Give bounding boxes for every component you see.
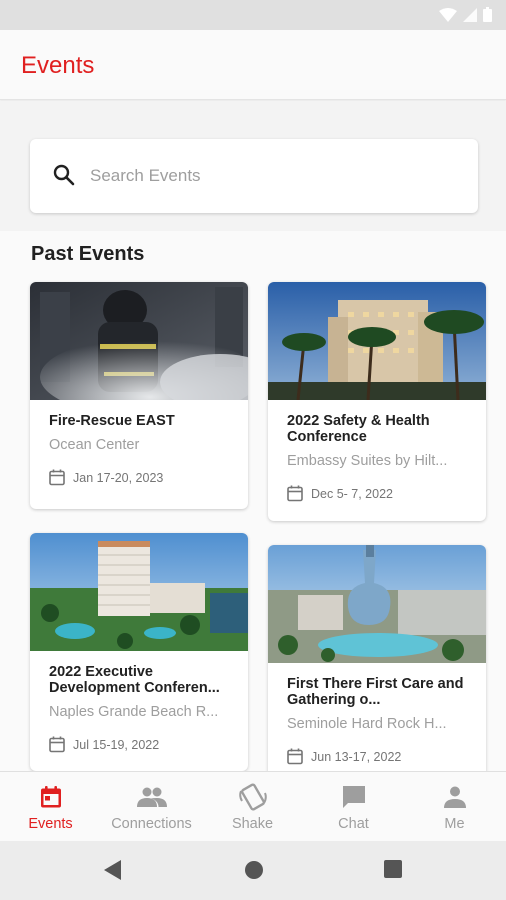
- shake-phone-icon: [238, 783, 267, 811]
- search-icon[interactable]: [52, 163, 76, 187]
- bottom-nav: Events Connections Shake Chat Me: [0, 771, 506, 841]
- nav-label: Connections: [111, 816, 192, 832]
- recents-icon[interactable]: [384, 860, 402, 878]
- event-title: 2022 Executive Development Conferen...: [49, 664, 220, 696]
- event-date: Dec 5- 7, 2022: [311, 486, 393, 501]
- firefighter-photo: [30, 282, 248, 400]
- search-input[interactable]: [90, 156, 460, 196]
- event-date: Jul 15-19, 2022: [73, 737, 160, 752]
- people-icon: [136, 787, 167, 807]
- system-nav-bar: [0, 841, 506, 900]
- guitar-hotel-photo: [268, 545, 486, 663]
- calendar-icon: [287, 485, 303, 502]
- event-title: Fire-Rescue EAST: [49, 413, 175, 429]
- calendar-icon: [287, 748, 303, 765]
- section-title: Past Events: [31, 243, 145, 265]
- page-title: Events: [21, 52, 95, 79]
- event-title: First There First Care and Gathering o..…: [287, 676, 464, 708]
- event-date: Jan 17-20, 2023: [73, 470, 164, 485]
- nav-item-connections[interactable]: Connections: [101, 772, 202, 842]
- event-card[interactable]: Fire-Rescue EAST Ocean Center Jan 17-20,…: [30, 282, 248, 509]
- nav-item-chat[interactable]: Chat: [303, 772, 404, 842]
- wifi-icon: [439, 7, 457, 22]
- nav-item-shake[interactable]: Shake: [202, 772, 303, 842]
- event-venue: Seminole Hard Rock H...: [287, 716, 447, 732]
- event-venue: Naples Grande Beach R...: [49, 704, 219, 720]
- nav-label: Shake: [231, 816, 274, 832]
- beach-resort-photo: [30, 533, 248, 651]
- nav-item-me[interactable]: Me: [404, 772, 505, 842]
- events-content: Past Events Fire-Rescue EAST Ocean Cente…: [0, 231, 506, 771]
- nav-label: Chat: [338, 816, 369, 832]
- nav-item-events[interactable]: Events: [0, 772, 101, 842]
- event-card[interactable]: First There First Care and Gathering o..…: [268, 545, 486, 771]
- battery-icon: [483, 7, 492, 22]
- hotel-palms-photo: [268, 282, 486, 400]
- app-bar: Events: [0, 30, 506, 100]
- signal-icon: [463, 7, 477, 22]
- search-box[interactable]: [30, 139, 478, 213]
- event-title: 2022 Safety & Health Conference: [287, 413, 430, 445]
- status-bar: [0, 0, 506, 30]
- event-date: Jun 13-17, 2022: [311, 749, 402, 764]
- event-venue: Ocean Center: [49, 437, 140, 453]
- calendar-icon: [49, 736, 65, 753]
- search-area: [0, 101, 506, 231]
- home-icon[interactable]: [244, 860, 264, 880]
- back-icon[interactable]: [103, 860, 123, 880]
- nav-label: Events: [28, 816, 73, 832]
- calendar-icon: [40, 786, 61, 808]
- chat-bubble-icon: [342, 786, 365, 808]
- person-icon: [443, 786, 466, 808]
- nav-label: Me: [444, 816, 465, 832]
- event-card[interactable]: 2022 Executive Development Conferen... N…: [30, 533, 248, 771]
- event-venue: Embassy Suites by Hilt...: [287, 453, 448, 469]
- calendar-icon: [49, 469, 65, 486]
- event-card[interactable]: 2022 Safety & Health Conference Embassy …: [268, 282, 486, 521]
